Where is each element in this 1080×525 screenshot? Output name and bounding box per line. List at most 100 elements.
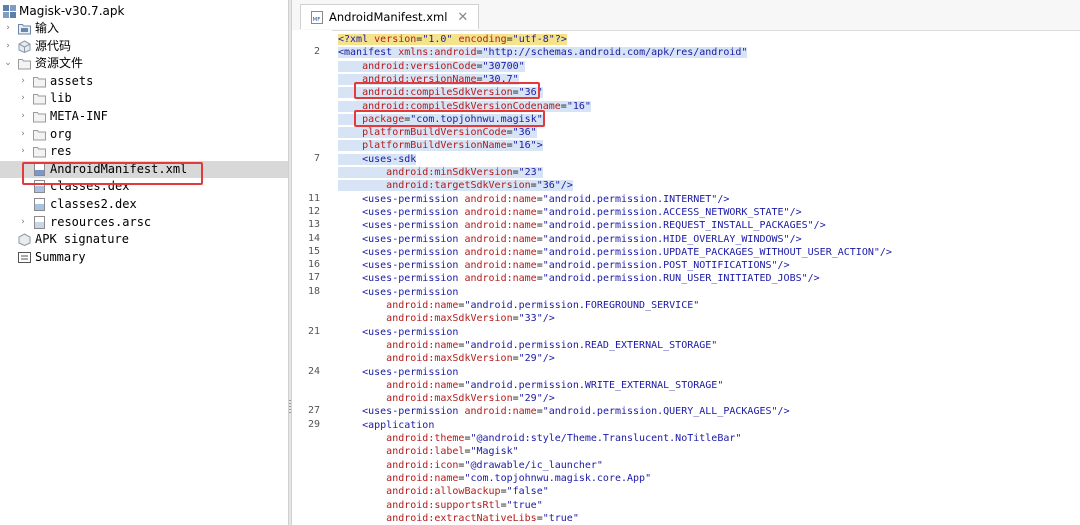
folder-icon xyxy=(33,110,46,123)
dex-file-icon xyxy=(33,198,46,211)
code-line[interactable]: android:icon="@drawable/ic_launcher" xyxy=(338,459,603,472)
splitter-grip-icon xyxy=(289,400,291,414)
package-highlight-box xyxy=(354,110,545,127)
chevron-right-icon[interactable]: › xyxy=(19,214,27,231)
line-number: 2 xyxy=(313,46,320,57)
manifest-file-icon: MF xyxy=(311,10,323,24)
tree-item[interactable]: › 源代码 xyxy=(0,38,288,55)
tab-bar: MF AndroidManifest.xml ✕ xyxy=(292,0,1080,31)
tree-item[interactable]: › 输入 xyxy=(0,20,288,37)
code-line[interactable]: android:name="android.permission.READ_EX… xyxy=(338,339,717,352)
code-line[interactable]: <uses-permission android:name="android.p… xyxy=(338,246,892,259)
input-folder-icon xyxy=(18,22,31,35)
code-line[interactable]: android:versionCode="30700" xyxy=(338,60,525,73)
line-number: 16 xyxy=(307,259,320,270)
arsc-file-icon xyxy=(33,216,46,229)
chevron-right-icon[interactable]: › xyxy=(19,73,27,90)
code-line-text: <uses-permission android:name="android.p… xyxy=(362,406,790,417)
code-line[interactable]: android:label="Magisk" xyxy=(338,445,518,458)
line-number: 24 xyxy=(307,366,320,377)
code-line[interactable]: android:allowBackup="false" xyxy=(338,485,549,498)
code-view[interactable]: 2 7 11 12 13 14 15 16 17 18 21 24 27 29 <?xml version… xyxy=(292,30,1080,525)
project-tree: Magisk-v30.7.apk › 输入 › 源代码 ⌄ 资源文件 › assets › lib… xyxy=(0,0,288,525)
code-line[interactable]: <uses-permission xyxy=(338,326,458,339)
tree-item[interactable]: › res xyxy=(0,143,288,160)
chevron-right-icon[interactable]: › xyxy=(4,38,12,55)
code-line[interactable]: <application xyxy=(338,419,434,432)
tree-root[interactable]: Magisk-v30.7.apk xyxy=(0,3,288,20)
tree-item-label: 源代码 xyxy=(35,39,72,53)
code-line[interactable]: android:name="android.permission.FOREGRO… xyxy=(338,299,699,312)
code-line[interactable]: android:theme="@android:style/Theme.Tran… xyxy=(338,432,741,445)
code-line-text: <application xyxy=(362,420,435,431)
code-line-text: <manifest xmlns:android="http://schemas.… xyxy=(338,47,748,58)
code-line[interactable]: android:maxSdkVersion="33"/> xyxy=(338,312,555,325)
code-line-text: <uses-permission android:name="android.p… xyxy=(362,194,730,205)
code-line-text: <?xml version="1.0" encoding="utf-8"?> xyxy=(338,34,567,45)
code-line-text: <uses-permission xyxy=(362,367,459,378)
tree-item-label: APK signature xyxy=(35,232,129,246)
editor-panel: MF AndroidManifest.xml ✕ 2 7 11 12 13 14 15 16 1… xyxy=(292,0,1080,525)
code-line[interactable]: <?xml version="1.0" encoding="utf-8"?> xyxy=(338,33,567,46)
code-line[interactable]: <uses-permission android:name="android.p… xyxy=(338,206,802,219)
code-line-text: <uses-permission android:name="android.p… xyxy=(362,220,826,231)
code-line-text: android:theme="@android:style/Theme.Tran… xyxy=(386,433,742,444)
code-line-text: android:name="android.permission.WRITE_E… xyxy=(386,380,724,391)
code-line-text: android:name="android.permission.FOREGRO… xyxy=(386,300,700,311)
code-line[interactable]: <uses-sdk xyxy=(338,153,417,166)
tree-item[interactable]: classes2.dex xyxy=(0,196,288,213)
tree-item[interactable]: › resources.arsc xyxy=(0,214,288,231)
chevron-right-icon[interactable]: › xyxy=(19,90,27,107)
tree-item-label: 资源文件 xyxy=(35,56,84,70)
code-line[interactable]: android:extractNativeLibs="true" xyxy=(338,512,579,525)
code-line[interactable]: <uses-permission android:name="android.p… xyxy=(338,259,790,272)
summary-icon xyxy=(18,251,31,264)
code-line-text: android:minSdkVersion="23" xyxy=(338,167,543,178)
code-line[interactable]: <uses-permission xyxy=(338,366,458,379)
code-line[interactable]: android:minSdkVersion="23" xyxy=(338,166,543,179)
line-number: 21 xyxy=(307,326,320,337)
tree-item[interactable]: › lib xyxy=(0,90,288,107)
code-line[interactable]: platformBuildVersionName="16"> xyxy=(338,139,543,152)
tree-item-label: assets xyxy=(50,74,94,88)
code-line-text: android:allowBackup="false" xyxy=(386,486,549,497)
code-line[interactable]: <uses-permission android:name="android.p… xyxy=(338,405,790,418)
tree-item[interactable]: APK signature xyxy=(0,231,288,248)
chevron-right-icon[interactable]: › xyxy=(4,20,12,37)
tree-item[interactable]: › assets xyxy=(0,73,288,90)
folder-icon xyxy=(18,57,31,70)
line-number: 14 xyxy=(307,233,320,244)
code-line-text: <uses-permission xyxy=(362,327,459,338)
code-line[interactable]: android:name="com.topjohnwu.magisk.core.… xyxy=(338,472,651,485)
chevron-right-icon[interactable]: › xyxy=(19,108,27,125)
code-line[interactable]: <manifest xmlns:android="http://schemas.… xyxy=(338,46,748,59)
line-number: 11 xyxy=(307,193,320,204)
code-line[interactable]: <uses-permission xyxy=(338,286,458,299)
code-line[interactable]: android:maxSdkVersion="29"/> xyxy=(338,352,555,365)
code-line[interactable]: platformBuildVersionCode="36" xyxy=(338,126,537,139)
code-line[interactable]: android:targetSdkVersion="36"/> xyxy=(338,179,573,192)
code-line-text: android:maxSdkVersion="33"/> xyxy=(386,313,555,324)
code-line[interactable]: android:supportsRtl="true" xyxy=(338,499,543,512)
tree-item[interactable]: Summary xyxy=(0,249,288,266)
tree-item[interactable]: › META-INF xyxy=(0,108,288,125)
tree-item-label: 输入 xyxy=(35,21,60,35)
code-line[interactable]: <uses-permission android:name="android.p… xyxy=(338,233,802,246)
tree-item-label: res xyxy=(50,144,72,158)
close-icon[interactable]: ✕ xyxy=(457,10,468,25)
code-line-text: <uses-permission android:name="android.p… xyxy=(362,260,790,271)
code-line[interactable]: <uses-permission android:name="android.p… xyxy=(338,219,826,232)
tree-item-label: resources.arsc xyxy=(50,215,152,229)
code-line[interactable]: <uses-permission android:name="android.p… xyxy=(338,272,820,285)
chevron-right-icon[interactable]: › xyxy=(19,143,27,160)
chevron-right-icon[interactable]: › xyxy=(19,126,27,143)
tree-item[interactable]: ⌄ 资源文件 xyxy=(0,55,288,72)
code-line[interactable]: android:name="android.permission.WRITE_E… xyxy=(338,379,723,392)
code-line-text: platformBuildVersionName="16"> xyxy=(338,140,543,151)
code-line-text: platformBuildVersionCode="36" xyxy=(338,127,537,138)
tree-item[interactable]: › org xyxy=(0,126,288,143)
code-line[interactable]: android:maxSdkVersion="29"/> xyxy=(338,392,555,405)
code-line[interactable]: <uses-permission android:name="android.p… xyxy=(338,193,729,206)
tab-android-manifest[interactable]: MF AndroidManifest.xml ✕ xyxy=(300,4,480,29)
chevron-down-icon[interactable]: ⌄ xyxy=(4,55,12,72)
